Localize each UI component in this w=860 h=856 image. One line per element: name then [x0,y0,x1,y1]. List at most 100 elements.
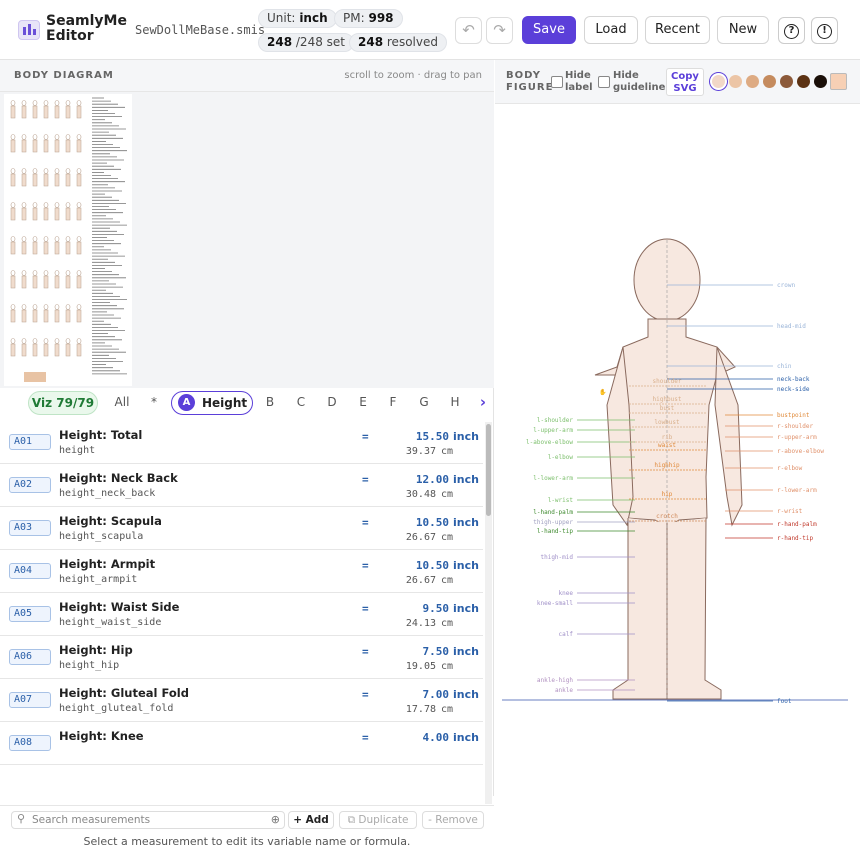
figure-label-left: l-elbow [548,454,574,461]
resolved-badge: 248 resolved [349,33,447,52]
measurement-row[interactable]: A06 Height: Hip height_hip = 7.50 inch 19.05 cm [0,636,483,679]
new-button[interactable]: New [717,16,769,44]
figure-label-right: r-above-elbow [777,448,824,455]
measurement-row[interactable]: A01 Height: Total height = 15.50 inch 39.37 cm [0,421,483,464]
measurement-cm-unit: cm [441,704,454,715]
skin-swatch[interactable] [746,75,759,88]
tab-viz[interactable]: Viz 79/79 [28,391,98,415]
figure-label-center: highhip [654,462,680,469]
help-icon: ? [784,24,799,39]
figure-label-left: thigh-mid [540,554,573,561]
figure-label-right: head-mid [777,323,806,330]
measurement-code: A01 [9,434,51,450]
equals-sign: = [362,602,369,615]
measurement-name: Height: Neck Back [59,471,178,485]
duplicate-button[interactable]: ⧉ Duplicate [339,811,417,829]
skin-swatch[interactable] [814,75,827,88]
remove-button[interactable]: - Remove [422,811,484,829]
measurement-variable: height_armpit [59,574,138,585]
measurement-value: 7.00 [422,688,450,701]
equals-sign: = [362,516,369,529]
body-figure-header: BODY FIGURE Hide label Hide guideline Copy S… [495,60,860,104]
measurement-cm-unit: cm [441,489,454,500]
redo-button[interactable]: ↷ [486,17,513,44]
equals-sign: = [362,559,369,572]
skin-swatch[interactable] [729,75,742,88]
figure-label-left: l-wrist [548,497,574,504]
undo-button[interactable]: ↶ [455,17,482,44]
tab-h[interactable]: H [443,391,467,415]
category-tabs: Viz 79/79 All * A Height B C D E F G H › [0,388,494,418]
help-button[interactable]: ? [778,17,805,44]
tab-e[interactable]: E [351,391,375,415]
copy-svg-button[interactable]: Copy SVG [666,68,704,96]
diagram-thumbnail[interactable] [4,94,132,386]
measurement-unit: inch [453,430,479,443]
tab-f[interactable]: F [381,391,405,415]
tab-c[interactable]: C [289,391,313,415]
undo-icon: ↶ [462,21,475,39]
figure-label-left: knee [559,590,574,597]
figure-label-center: waist [658,442,676,449]
chevron-right-icon[interactable]: › [474,391,492,415]
tab-b[interactable]: B [258,391,282,415]
measurement-value: 12.00 [415,473,449,486]
body-diagram-canvas[interactable] [0,92,494,388]
app-title: SeamlyMe Editor [46,13,127,44]
measurement-cm-value: 39.37 [405,446,436,457]
set-count-badge: 248 /248 set [258,33,354,52]
measurement-code: A03 [9,520,51,536]
skin-swatch[interactable] [712,75,725,88]
search-input[interactable]: ⚲ Search measurements ⊕ [11,811,285,829]
custom-color-picker[interactable] [830,73,847,90]
measurement-row[interactable]: A08 Height: Knee = 4.00 inch [0,722,483,765]
figure-label-right: r-upper-arm [777,434,817,441]
figure-label-left: calf [559,631,574,638]
measurement-variable: height_neck_back [59,488,156,499]
hide-label-checkbox[interactable] [551,76,563,88]
measurement-scrollbar[interactable] [485,422,492,804]
recent-button[interactable]: Recent [645,16,710,44]
figure-label-left: l-upper-arm [533,427,573,434]
measurement-row[interactable]: A04 Height: Armpit height_armpit = 10.50 inch… [0,550,483,593]
figure-label-right: foot [777,698,792,705]
measurement-row[interactable]: A05 Height: Waist Side height_waist_side = 9… [0,593,483,636]
tab-star[interactable]: * [142,391,166,415]
info-icon: ! [817,24,832,39]
measurement-cm-value: 26.67 [405,532,436,543]
figure-label-left: l-hand-tip [537,528,574,535]
tab-height-label: Height [202,396,248,410]
figure-label-center: rib [662,434,673,441]
measurement-row[interactable]: A02 Height: Neck Back height_neck_back = 12.… [0,464,483,507]
crosshair-icon[interactable]: ⊕ [271,813,280,826]
equals-sign: = [362,731,369,744]
figure-label-left: knee-small [537,600,574,607]
skin-swatch[interactable] [780,75,793,88]
figure-label-center: crotch [656,513,678,520]
tab-d[interactable]: D [320,391,344,415]
load-button[interactable]: Load [584,16,638,44]
measurement-row[interactable]: A03 Height: Scapula height_scapula = 10.50 in… [0,507,483,550]
skin-swatch[interactable] [797,75,810,88]
measurement-unit: inch [453,516,479,529]
save-button[interactable]: Save [522,16,576,44]
figure-label-right: neck-back [777,376,810,383]
hide-guideline-checkbox[interactable] [598,76,610,88]
measurement-cm-unit: cm [441,661,454,672]
tab-height[interactable]: A Height [171,391,253,415]
tab-all[interactable]: All [108,391,136,415]
scroll-thumb[interactable] [486,424,491,516]
measurement-row[interactable]: A07 Height: Gluteal Fold height_gluteal_fo… [0,679,483,722]
measurement-name: Height: Armpit [59,557,156,571]
equals-sign: = [362,645,369,658]
skin-swatch[interactable] [763,75,776,88]
body-figure-canvas[interactable]: crown head-mid chin neck-back neck-side bustp… [495,105,860,796]
measurement-cm-unit: cm [441,532,454,543]
add-button[interactable]: + Add [288,811,334,829]
pm-badge: PM: 998 [334,9,403,28]
measurement-value: 15.50 [415,430,449,443]
info-button[interactable]: ! [811,17,838,44]
measurement-cm-value: 24.13 [405,618,436,629]
measurement-unit: inch [453,473,479,486]
tab-g[interactable]: G [412,391,436,415]
